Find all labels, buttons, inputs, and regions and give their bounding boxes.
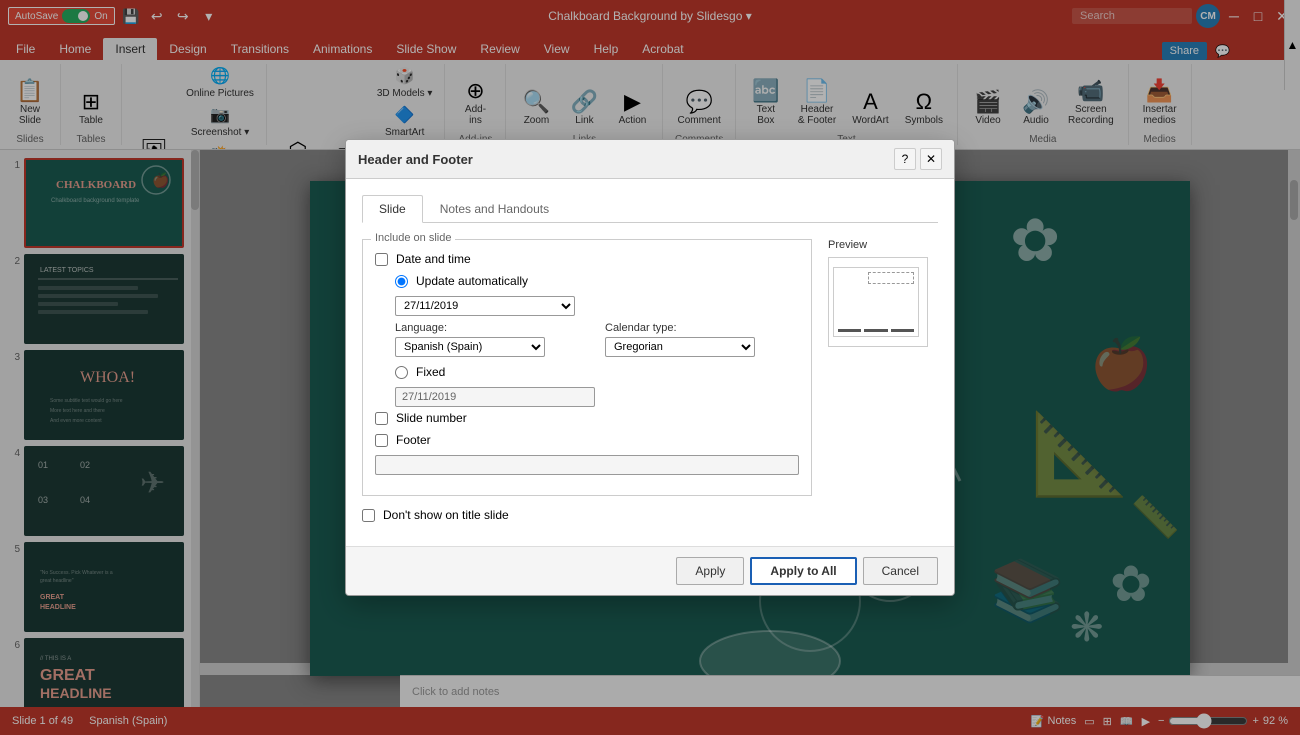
- update-auto-row: Update automatically: [395, 274, 799, 288]
- fixed-radio[interactable]: [395, 366, 408, 379]
- dialog-overlay: Header and Footer ? ✕ Slide Notes and Ha…: [0, 0, 1300, 735]
- preview-box: [828, 257, 928, 347]
- dont-show-label: Don't show on title slide: [383, 508, 509, 522]
- date-dropdown-row: 27/11/2019: [395, 296, 799, 316]
- preview-footer-line-2: [864, 329, 887, 332]
- date-time-row: Date and time: [375, 252, 799, 266]
- tab-slide[interactable]: Slide: [362, 195, 423, 223]
- preview-label: Preview: [828, 239, 938, 251]
- date-time-checkbox[interactable]: [375, 253, 388, 266]
- language-col: Language: Spanish (Spain): [395, 322, 589, 357]
- dont-show-checkbox[interactable]: [362, 509, 375, 522]
- update-auto-label: Update automatically: [416, 274, 528, 288]
- dialog-tabs: Slide Notes and Handouts: [362, 195, 938, 223]
- include-on-slide-section: Include on slide Date and time Update au…: [362, 239, 812, 496]
- fixed-row: Fixed: [395, 365, 799, 379]
- update-auto-radio[interactable]: [395, 275, 408, 288]
- lang-calendar-row: Language: Spanish (Spain) Calendar type:…: [395, 322, 799, 357]
- fixed-label: Fixed: [416, 365, 445, 379]
- preview-section: Preview: [828, 239, 938, 530]
- apply-button[interactable]: Apply: [676, 557, 744, 585]
- preview-footer-line-1: [838, 329, 861, 332]
- footer-input-row: [375, 455, 799, 475]
- slide-number-row: Slide number: [375, 411, 799, 425]
- dialog-footer: Apply Apply to All Cancel: [346, 546, 954, 595]
- fixed-date-input[interactable]: [395, 387, 595, 407]
- slide-number-checkbox[interactable]: [375, 412, 388, 425]
- dont-show-row: Don't show on title slide: [362, 508, 812, 522]
- dialog-title-controls: ? ✕: [894, 148, 942, 170]
- dialog-title: Header and Footer: [358, 152, 473, 167]
- preview-footer: [838, 329, 914, 332]
- language-label: Language:: [395, 322, 589, 334]
- footer-input[interactable]: [375, 455, 799, 475]
- date-select[interactable]: 27/11/2019: [395, 296, 575, 316]
- dialog-body: Include on slide Date and time Update au…: [362, 239, 938, 530]
- dialog-close-button[interactable]: ✕: [920, 148, 942, 170]
- footer-checkbox[interactable]: [375, 434, 388, 447]
- fixed-date-row: [395, 387, 799, 407]
- preview-slide: [833, 267, 919, 337]
- dialog-title-bar: Header and Footer ? ✕: [346, 140, 954, 179]
- footer-row: Footer: [375, 433, 799, 447]
- section-label: Include on slide: [371, 232, 455, 244]
- dialog-left: Include on slide Date and time Update au…: [362, 239, 812, 530]
- slide-number-label: Slide number: [396, 411, 467, 425]
- tab-notes-handouts[interactable]: Notes and Handouts: [423, 195, 566, 223]
- dialog-help-button[interactable]: ?: [894, 148, 916, 170]
- calendar-label: Calendar type:: [605, 322, 799, 334]
- calendar-col: Calendar type: Gregorian: [605, 322, 799, 357]
- dialog-content: Slide Notes and Handouts Include on slid…: [346, 179, 954, 546]
- header-footer-dialog: Header and Footer ? ✕ Slide Notes and Ha…: [345, 139, 955, 596]
- preview-header: [868, 272, 914, 284]
- calendar-select[interactable]: Gregorian: [605, 337, 755, 357]
- footer-label: Footer: [396, 433, 431, 447]
- date-time-label: Date and time: [396, 252, 471, 266]
- preview-footer-line-3: [891, 329, 914, 332]
- apply-to-all-button[interactable]: Apply to All: [750, 557, 856, 585]
- cancel-button[interactable]: Cancel: [863, 557, 938, 585]
- language-select[interactable]: Spanish (Spain): [395, 337, 545, 357]
